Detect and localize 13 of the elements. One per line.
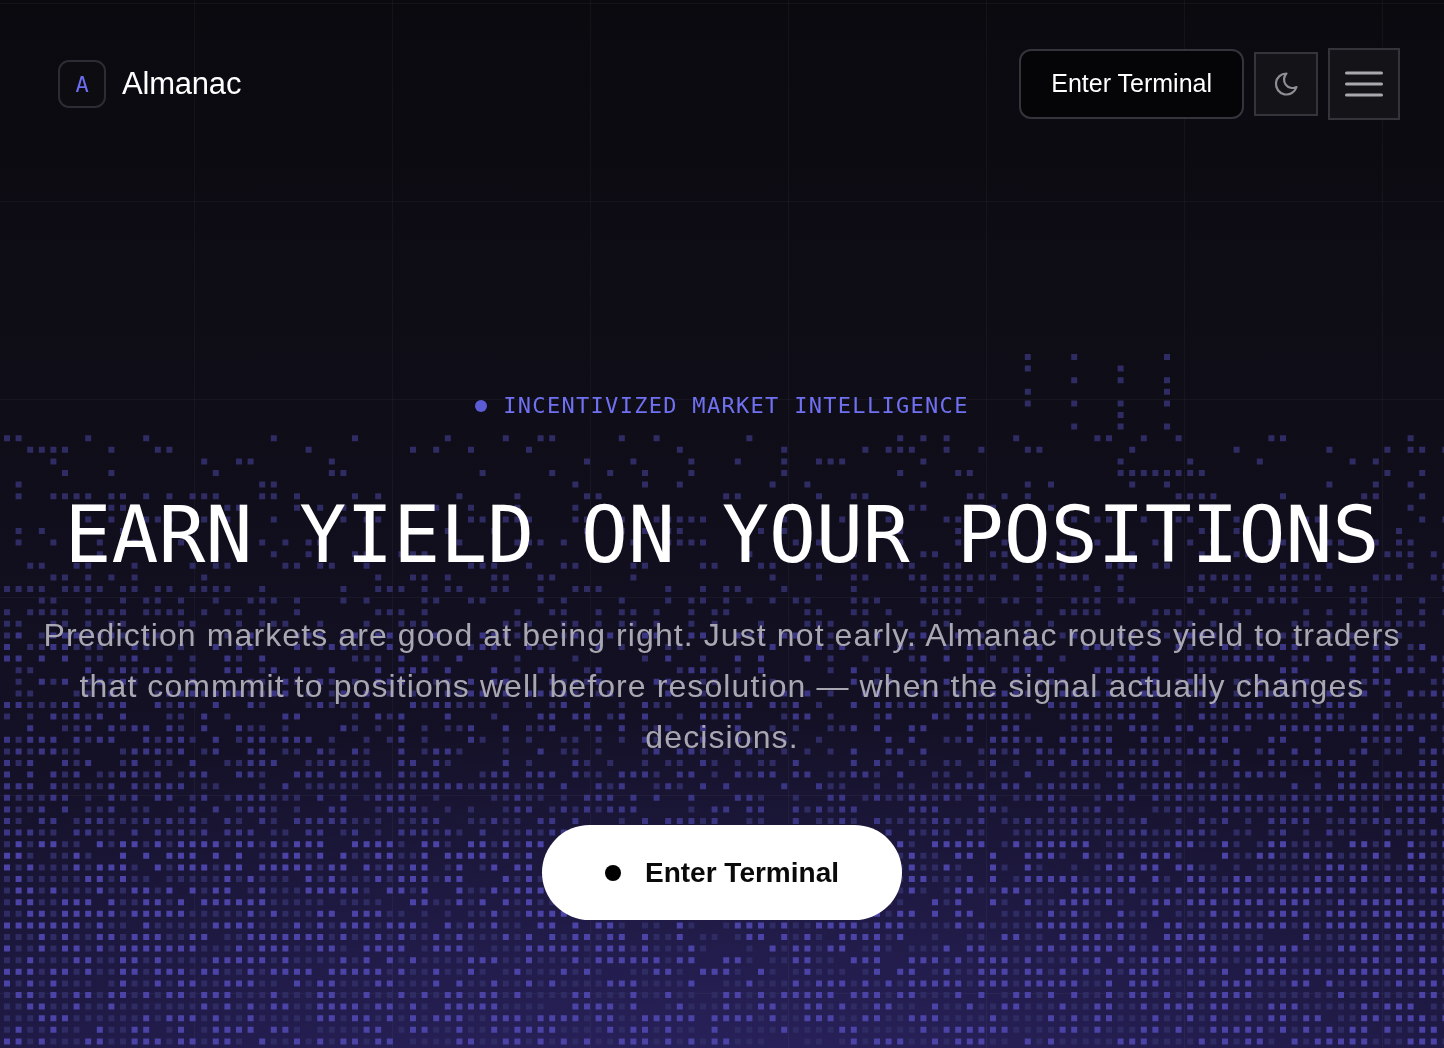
hero-heading: EARN YIELD ON YOUR POSITIONS [63,492,1381,578]
enter-terminal-button[interactable]: Enter Terminal [1019,49,1244,119]
menu-button[interactable] [1328,48,1400,120]
theme-toggle-button[interactable] [1254,52,1318,116]
dot-icon [605,864,621,881]
logo-badge[interactable]: A [58,60,106,108]
menu-icon [1345,71,1383,97]
moon-icon [1272,70,1300,98]
eyebrow-label: INCENTIVIZED MARKET INTELLIGENCE [503,394,969,418]
dot-icon [475,400,488,412]
brand-name[interactable]: Almanac [122,60,242,108]
hero-description: Prediction markets are good at being right. Just not early. Almanac routes yield to traders that commmit to positions well before resolution — when the signal actually changes decisions. [42,616,1402,757]
enter-terminal-button[interactable]: Enter Terminal [542,825,902,920]
